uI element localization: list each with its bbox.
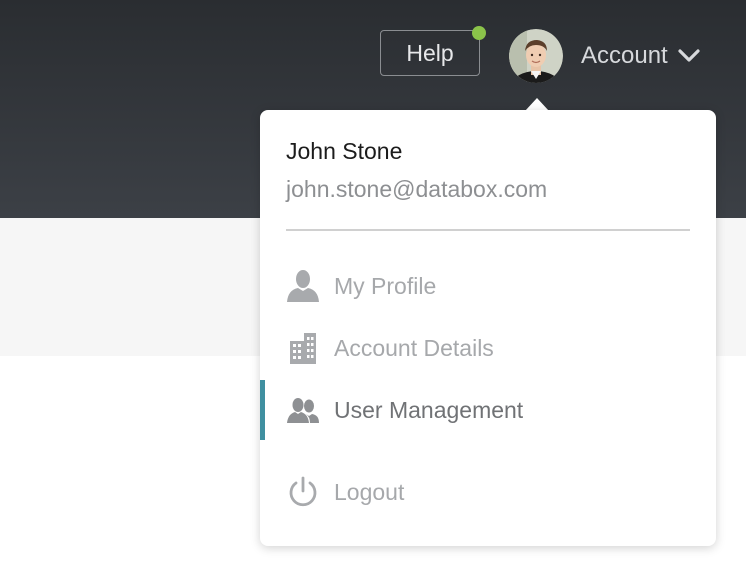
avatar-photo-icon: [509, 29, 563, 83]
account-dropdown-menu: John Stone john.stone@databox.com My Pro…: [260, 110, 716, 546]
user-avatar[interactable]: [509, 29, 563, 83]
account-label: Account: [581, 42, 668, 69]
menu-item-logout[interactable]: Logout: [260, 462, 716, 522]
person-icon: [286, 269, 320, 303]
help-button[interactable]: Help: [380, 30, 480, 76]
menu-item-account-details[interactable]: Account Details: [260, 318, 716, 378]
users-icon: [286, 393, 320, 427]
menu-item-label: Account Details: [334, 334, 494, 361]
notification-dot: [472, 26, 486, 40]
menu-item-my-profile[interactable]: My Profile: [260, 256, 716, 316]
menu-item-user-management[interactable]: User Management: [260, 380, 716, 440]
power-icon: [286, 475, 320, 509]
menu-item-label: User Management: [334, 396, 524, 423]
menu-item-label: My Profile: [334, 272, 437, 299]
user-name: John Stone: [286, 138, 403, 164]
menu-divider: [286, 229, 690, 231]
user-email: john.stone@databox.com: [286, 176, 548, 202]
active-indicator: [260, 380, 265, 440]
building-icon: [286, 331, 320, 365]
chevron-down-icon: [678, 49, 700, 63]
account-menu-toggle[interactable]: Account: [581, 38, 700, 74]
menu-item-label: Logout: [334, 478, 405, 505]
